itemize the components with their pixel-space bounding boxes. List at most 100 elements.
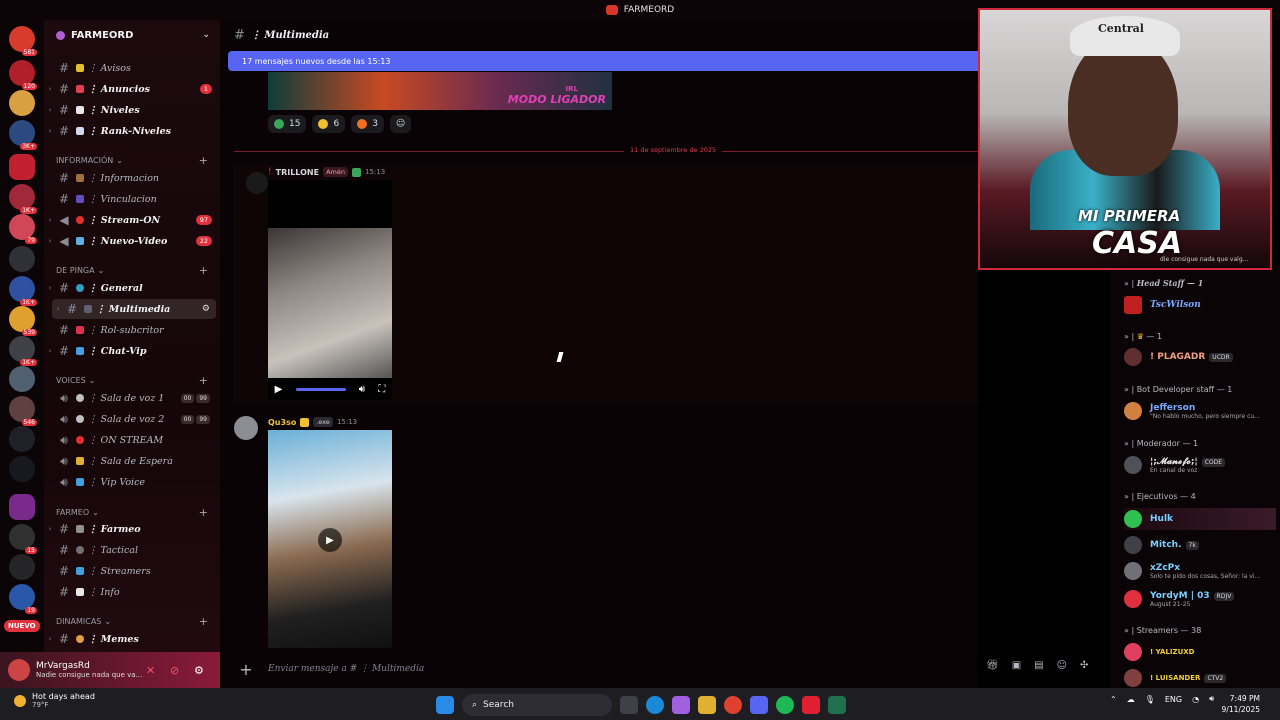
guild-header[interactable]: FARMEORD ⌄	[44, 20, 220, 50]
message-author[interactable]: TRILLONE	[276, 168, 319, 177]
mic-icon[interactable]: 🎙︎	[1145, 695, 1155, 704]
channel-tactical[interactable]: # ⋮ Tactical	[44, 540, 220, 560]
volume-icon[interactable]: 🔊︎	[1209, 694, 1214, 704]
edge-icon[interactable]	[646, 696, 664, 714]
add-channel-icon[interactable]: +	[199, 374, 208, 387]
new-messages-bar[interactable]: 17 mensajes nuevos desde las 15:13	[228, 51, 978, 71]
copilot-icon[interactable]	[672, 696, 690, 714]
member-item[interactable]: Hulk	[1124, 508, 1276, 530]
taskbar-clock[interactable]: 7:49 PM 9/11/2025	[1222, 693, 1260, 715]
server-icon[interactable]	[9, 554, 35, 580]
server-icon[interactable]: 581	[9, 26, 37, 56]
server-icon[interactable]	[9, 154, 35, 180]
member-item[interactable]: xZcPx Solo te pido dos cosas, Señor: la v…	[1124, 560, 1276, 582]
channel-chat-vip[interactable]: › # ⋮ Chat-Vip	[44, 341, 220, 361]
language-indicator[interactable]: ENG	[1165, 695, 1182, 704]
play-icon[interactable]: ▶	[275, 384, 283, 395]
member-item[interactable]: TscWilson	[1124, 294, 1276, 316]
obs-icon[interactable]	[802, 696, 820, 714]
channel-rank-niveles[interactable]: › # ⋮ Rank-Niveles	[44, 121, 220, 141]
add-channel-icon[interactable]: +	[199, 506, 208, 519]
task-view-icon[interactable]	[620, 696, 638, 714]
channel-vinculacion[interactable]: # ⋮ Vinculacion	[44, 189, 220, 209]
sticker-icon[interactable]: ▤	[1034, 660, 1043, 671]
category-informacion[interactable]: INFORMACIÓN ⌄ +	[56, 153, 216, 167]
channel-niveles[interactable]: › # ⋮ Niveles	[44, 100, 220, 120]
channel-sala-voz-1[interactable]: 🔊︎ ⋮ Sala de voz 1 00 99	[44, 388, 220, 408]
member-item[interactable]: Mitch. 7k	[1124, 534, 1276, 556]
channel-nuevo-video[interactable]: › ◀ ⋮ Nuevo-Video 22	[44, 231, 220, 251]
member-item[interactable]: ! PLAGADR UCDR	[1124, 346, 1276, 368]
server-icon[interactable]: 3K+	[9, 120, 37, 150]
member-item[interactable]: ¦;𝓜𝓪𝓷𝓮𝓯𝓸;¦ CODE En canal de voz	[1124, 454, 1276, 476]
avatar[interactable]	[234, 416, 258, 440]
reaction-fire[interactable]: 3	[351, 115, 384, 133]
add-channel-icon[interactable]: +	[199, 264, 208, 277]
emoji-icon[interactable]: ☺	[1057, 660, 1067, 671]
mic-muted-icon[interactable]: ✕	[146, 664, 155, 677]
message-author[interactable]: Qu3so	[268, 418, 296, 427]
server-icon[interactable]	[9, 366, 35, 392]
add-attachment-icon[interactable]: +	[234, 660, 258, 679]
fullscreen-icon[interactable]: ⛶	[378, 384, 385, 395]
server-icon[interactable]: 120	[9, 60, 37, 90]
gift-icon[interactable]: 🎁︎	[986, 660, 999, 671]
category-farmeo[interactable]: FARMEO ⌄ +	[56, 505, 216, 519]
server-icon[interactable]: 19	[9, 584, 37, 614]
chrome-icon[interactable]	[724, 696, 742, 714]
gif-icon[interactable]: ▣	[1012, 660, 1021, 671]
add-channel-icon[interactable]: +	[199, 615, 208, 628]
gear-icon[interactable]: ⚙	[194, 664, 204, 677]
channel-sala-voz-2[interactable]: 🔊︎ ⋮ Sala de voz 2 00 99	[44, 409, 220, 429]
excel-icon[interactable]	[828, 696, 846, 714]
chevron-up-icon[interactable]: ⌃	[1110, 695, 1117, 704]
headphones-muted-icon[interactable]: ⊘	[170, 664, 179, 677]
server-icon[interactable]: 539	[9, 306, 37, 336]
category-dinamicas[interactable]: DINAMICAS ⌄ +	[56, 614, 216, 628]
reaction-laugh[interactable]: 6	[312, 115, 346, 133]
server-icon[interactable]: 1K+	[9, 276, 37, 306]
cloud-icon[interactable]: ☁	[1127, 695, 1135, 704]
image-attachment[interactable]: IRL MODO LIGADOR	[268, 72, 612, 110]
channel-settings-icon[interactable]: ⚙	[202, 304, 210, 314]
server-icon[interactable]	[9, 426, 35, 452]
add-reaction-button[interactable]: ☺	[389, 115, 412, 133]
folder-icon[interactable]	[9, 494, 35, 520]
video-attachment[interactable]: ▶	[268, 430, 392, 648]
channel-general[interactable]: › # ⋮ General	[44, 278, 220, 298]
discord-icon[interactable]	[750, 696, 768, 714]
category-de-pinga[interactable]: DE PINGA ⌄ +	[56, 263, 216, 277]
member-item[interactable]: YordyM | 03 RDJV August 21-25	[1124, 588, 1276, 610]
reaction-check[interactable]: 15	[268, 115, 307, 133]
add-channel-icon[interactable]: +	[199, 154, 208, 167]
video-attachment[interactable]: ▶ 🔊︎ ⛶	[268, 180, 392, 400]
channel-memes[interactable]: › # ⋮ Memes	[44, 629, 220, 649]
category-voices[interactable]: VOICES ⌄ +	[56, 373, 216, 387]
server-icon[interactable]: 1K+	[9, 336, 37, 366]
apps-icon[interactable]: ✣	[1080, 660, 1088, 671]
play-icon[interactable]: ▶	[318, 528, 342, 552]
wifi-icon[interactable]: ◔	[1192, 695, 1199, 704]
file-explorer-icon[interactable]	[698, 696, 716, 714]
channel-on-stream[interactable]: 🔊︎ ⋮ ON STREAM	[44, 430, 220, 450]
taskbar-search[interactable]: ⌕ Search	[462, 694, 612, 716]
server-icon[interactable]: 15	[9, 524, 37, 554]
channel-farmeo[interactable]: › # ⋮ Farmeo	[44, 519, 220, 539]
server-icon[interactable]: 546	[9, 396, 37, 426]
member-item[interactable]: ! YALIZUXD	[1124, 641, 1276, 663]
channel-vip-voice[interactable]: 🔊︎ ⋮ Vip Voice	[44, 472, 220, 492]
spotify-icon[interactable]	[776, 696, 794, 714]
avatar[interactable]	[8, 659, 30, 681]
volume-slider[interactable]	[295, 387, 346, 391]
channel-anuncios[interactable]: › # ⋮ Anuncios 1	[44, 79, 220, 99]
server-icon[interactable]	[9, 456, 35, 482]
member-item[interactable]: Jefferson "No hablo mucho, pero siempre c…	[1124, 400, 1276, 422]
windows-start-icon[interactable]	[436, 696, 454, 714]
weather-widget[interactable]: Hot days ahead 79°F	[14, 692, 95, 709]
channel-informacion[interactable]: # ⋮ Informacion	[44, 168, 220, 188]
server-icon[interactable]	[9, 90, 35, 116]
message-composer[interactable]: + Enviar mensaje a # ⋮ Multimedia	[228, 654, 1108, 684]
channel-rol-subcritor[interactable]: # ⋮ Rol-subcritor	[44, 320, 220, 340]
channel-sala-espera[interactable]: 🔊︎ ⋮ Sala de Espera	[44, 451, 220, 471]
server-icon[interactable]: 1K+	[9, 184, 37, 214]
